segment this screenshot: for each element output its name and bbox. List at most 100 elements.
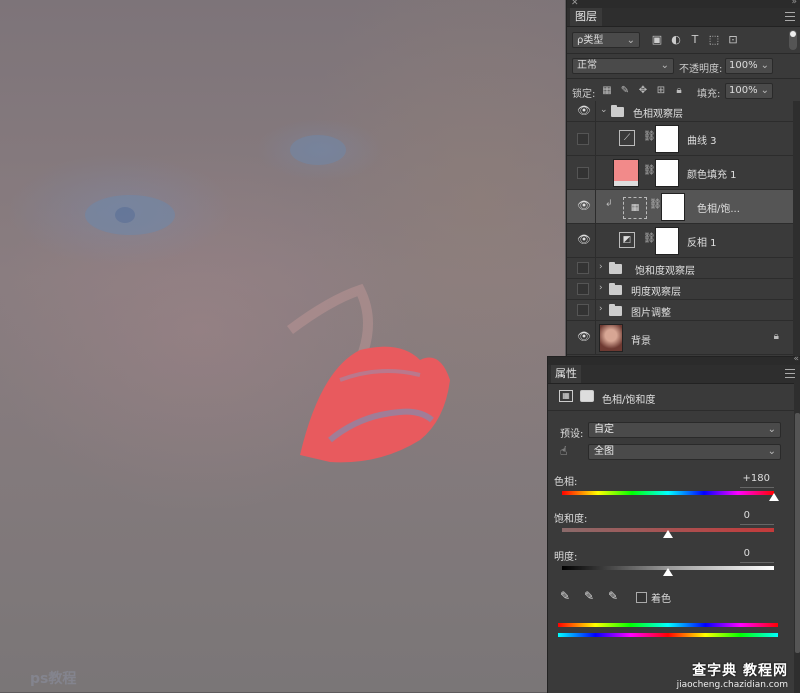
chevron-right-icon[interactable]: › (599, 304, 603, 314)
eyedropper-minus-icon[interactable]: ✎ (608, 589, 618, 603)
visibility-off-box[interactable] (577, 133, 589, 145)
value-underline (740, 524, 774, 525)
lightness-value[interactable]: 0 (710, 548, 750, 559)
layer-row[interactable]: 👁︎ ◩ ⛓︎ 反相 1 (567, 224, 793, 258)
panel-menu-icon[interactable] (785, 369, 795, 378)
layers-scrollbar[interactable] (793, 101, 800, 356)
preset-value: 自定 (594, 424, 614, 435)
hue-slider-thumb[interactable] (769, 493, 779, 501)
visibility-off-box[interactable] (577, 167, 589, 179)
color-fill-thumbnail[interactable] (613, 159, 639, 187)
saturation-value[interactable]: 0 (710, 510, 750, 521)
lock-all-icon[interactable]: 🔒︎ (673, 85, 685, 97)
type-filter-icon[interactable]: T (689, 34, 701, 46)
background-thumbnail[interactable] (599, 324, 623, 352)
visibility-off-box[interactable] (577, 304, 589, 316)
chevron-right-icon[interactable]: › (599, 262, 603, 272)
layer-mask-thumbnail[interactable] (655, 159, 679, 187)
layer-row[interactable]: ⟋ ⛓︎ 曲线 3 (567, 122, 793, 156)
layer-mask-thumbnail[interactable] (661, 193, 685, 221)
eyedropper-icon[interactable]: ✎ (560, 589, 570, 603)
panel-drag-strip[interactable]: ✕ » (567, 0, 800, 8)
eyedropper-row: ✎ ✎ ✎ 着色 (548, 589, 788, 605)
collapse-icon[interactable]: » (791, 0, 797, 7)
site-watermark-title: 查字典 教程网 (692, 663, 788, 679)
result-color-bar (558, 633, 778, 637)
lightness-slider-thumb[interactable] (663, 568, 673, 576)
adjustment-filter-icon[interactable]: ◐ (670, 34, 682, 46)
layers-panel: ✕ » 图层 ρ类型 ⌄ ▣ ◐ T ⬚ ⊡ 正常 ⌄ 不透明度: 100% ⌄… (566, 0, 800, 356)
eye-icon[interactable]: 👁︎ (577, 105, 591, 117)
layer-divider (595, 156, 596, 189)
blend-mode-select[interactable]: 正常 ⌄ (572, 58, 674, 74)
mask-icon[interactable] (580, 390, 594, 402)
layer-name: 反相 1 (687, 238, 717, 249)
tab-properties[interactable]: 属性 (551, 365, 581, 383)
eyedropper-plus-icon[interactable]: ✎ (584, 589, 594, 603)
filter-toggle[interactable] (789, 30, 797, 50)
document-canvas[interactable]: ps教程 (0, 0, 565, 692)
link-icon: ⛓︎ (643, 233, 656, 244)
lock-artboard-icon[interactable]: ⊞ (655, 85, 667, 97)
hue-value[interactable]: +180 (730, 473, 770, 484)
panel-drag-strip[interactable]: « (548, 354, 800, 365)
chevron-down-icon: ⌄ (760, 60, 769, 71)
layer-row[interactable]: › 明度观察层 (567, 279, 793, 300)
folder-icon (609, 283, 622, 295)
hue-track[interactable] (562, 491, 774, 495)
layer-row[interactable]: 👁︎ 背景 🔒︎ (567, 321, 793, 355)
folder-icon (611, 105, 624, 117)
channel-select[interactable]: 全图 ⌄ (588, 444, 781, 460)
preset-select[interactable]: 自定 ⌄ (588, 422, 781, 438)
smart-object-filter-icon[interactable]: ⊡ (727, 34, 739, 46)
inverted-portrait (85, 135, 450, 463)
opacity-label: 不透明度: (679, 64, 723, 75)
lightness-label: 明度: (554, 552, 578, 563)
layer-mask-thumbnail[interactable] (655, 125, 679, 153)
collapse-icon[interactable]: « (793, 354, 799, 364)
hue-saturation-icon: ▦ (623, 197, 647, 219)
layer-list: 👁︎ ⌄ 色相观察层 ⟋ ⛓︎ 曲线 3 ⛓︎ 颜色填充 1 👁︎ ↲ ▦ ⛓︎… (567, 101, 793, 355)
saturation-slider-thumb[interactable] (663, 530, 673, 538)
fill-field[interactable]: 100% ⌄ (725, 83, 773, 99)
layer-row[interactable]: 👁︎ ⌄ 色相观察层 (567, 101, 793, 122)
chevron-right-icon[interactable]: › (599, 283, 603, 293)
visibility-off-box[interactable] (577, 262, 589, 274)
layer-divider (595, 224, 596, 257)
colorize-checkbox[interactable] (636, 592, 647, 603)
targeted-adjustment-hand-icon[interactable]: ☝︎ (560, 444, 567, 458)
source-color-bar (558, 623, 778, 627)
layer-row[interactable]: › 饱和度观察层 (567, 258, 793, 279)
properties-scrollbar[interactable] (794, 383, 800, 693)
eye-icon[interactable]: 👁︎ (577, 234, 591, 246)
eye-icon[interactable]: 👁︎ (577, 331, 591, 343)
folder-icon (609, 304, 622, 316)
lock-transparent-icon[interactable]: ▦ (601, 85, 613, 97)
hue-label: 色相: (554, 477, 578, 488)
colorize-label: 着色 (651, 594, 671, 605)
opacity-field[interactable]: 100% ⌄ (725, 58, 773, 74)
layer-row-selected[interactable]: 👁︎ ↲ ▦ ⛓︎ 色相/饱... (567, 190, 793, 224)
close-icon[interactable]: ✕ (571, 0, 579, 8)
panel-menu-icon[interactable] (785, 12, 795, 21)
layers-tab-row: 图层 (567, 8, 800, 27)
layer-name: 色相/饱... (697, 204, 740, 215)
chevron-down-icon[interactable]: ⌄ (600, 105, 608, 115)
hue-saturation-icon[interactable]: ▦ (559, 390, 573, 402)
shape-filter-icon[interactable]: ⬚ (708, 34, 720, 46)
lock-position-icon[interactable]: ✥ (637, 85, 649, 97)
folder-icon (609, 262, 622, 274)
value-underline (740, 487, 774, 488)
visibility-off-box[interactable] (577, 283, 589, 295)
image-filter-icon[interactable]: ▣ (651, 34, 663, 46)
layer-divider (595, 258, 596, 278)
eye-icon[interactable]: 👁︎ (577, 200, 591, 212)
layer-mask-thumbnail[interactable] (655, 227, 679, 255)
tab-layers[interactable]: 图层 (570, 8, 602, 26)
layer-divider (595, 122, 596, 155)
layer-name: 背景 (631, 336, 651, 347)
layer-row[interactable]: ⛓︎ 颜色填充 1 (567, 156, 793, 190)
layer-row[interactable]: › 图片调整 (567, 300, 793, 321)
layer-filter-select[interactable]: ρ类型 ⌄ (572, 32, 640, 48)
lock-pixels-icon[interactable]: ✎ (619, 85, 631, 97)
